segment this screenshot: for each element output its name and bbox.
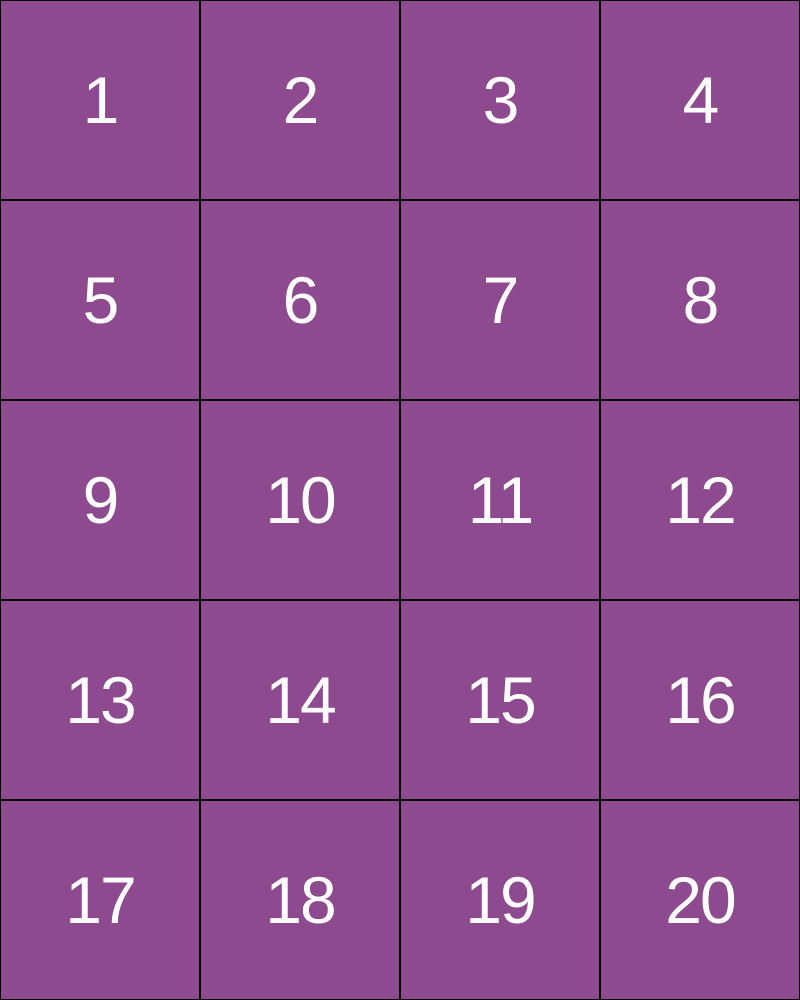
tile-number: 2	[282, 63, 320, 137]
puzzle-board: 1 2 3 4 5 6 7 8 9 10 11 12 13 14 15 16 1…	[0, 0, 800, 1000]
tile-number: 4	[682, 63, 720, 137]
tile-number: 13	[65, 663, 136, 737]
tile-16[interactable]: 16	[600, 600, 800, 800]
tile-number: 7	[482, 263, 520, 337]
tile-20[interactable]: 20	[600, 800, 800, 1000]
tile-number: 1	[82, 63, 120, 137]
tile-4[interactable]: 4	[600, 0, 800, 200]
tile-number: 11	[467, 463, 535, 537]
tile-14[interactable]: 14	[200, 600, 400, 800]
tile-19[interactable]: 19	[400, 800, 600, 1000]
tile-number: 18	[265, 863, 336, 937]
tile-number: 20	[665, 863, 736, 937]
tile-number: 9	[82, 463, 120, 537]
tile-number: 3	[482, 63, 520, 137]
tile-7[interactable]: 7	[400, 200, 600, 400]
tile-number: 14	[265, 663, 336, 737]
tile-number: 17	[65, 863, 136, 937]
tile-number: 8	[682, 263, 720, 337]
tile-10[interactable]: 10	[200, 400, 400, 600]
tile-17[interactable]: 17	[0, 800, 200, 1000]
tile-15[interactable]: 15	[400, 600, 600, 800]
tile-number: 19	[465, 863, 536, 937]
tile-9[interactable]: 9	[0, 400, 200, 600]
tile-number: 10	[265, 463, 336, 537]
tile-3[interactable]: 3	[400, 0, 600, 200]
tile-number: 15	[465, 663, 536, 737]
tile-6[interactable]: 6	[200, 200, 400, 400]
tile-12[interactable]: 12	[600, 400, 800, 600]
tile-number: 16	[665, 663, 736, 737]
tile-2[interactable]: 2	[200, 0, 400, 200]
tile-5[interactable]: 5	[0, 200, 200, 400]
tile-13[interactable]: 13	[0, 600, 200, 800]
tile-number: 6	[282, 263, 320, 337]
tile-number: 12	[665, 463, 736, 537]
tile-1[interactable]: 1	[0, 0, 200, 200]
tile-11[interactable]: 11	[400, 400, 600, 600]
tile-number: 5	[82, 263, 120, 337]
tile-18[interactable]: 18	[200, 800, 400, 1000]
tile-8[interactable]: 8	[600, 200, 800, 400]
